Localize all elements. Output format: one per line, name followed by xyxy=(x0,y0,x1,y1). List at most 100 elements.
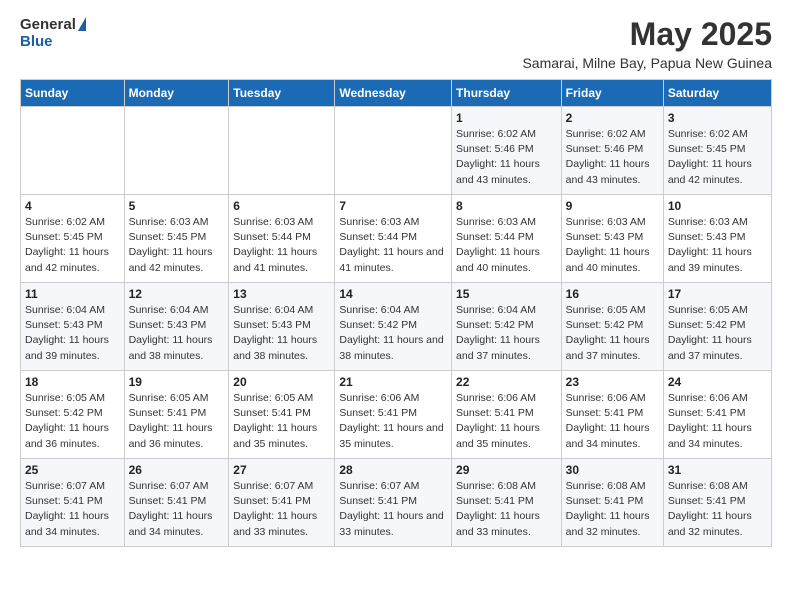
calendar-subtitle: Samarai, Milne Bay, Papua New Guinea xyxy=(522,55,772,71)
week-row-1: 1 Sunrise: 6:02 AMSunset: 5:46 PMDaylight… xyxy=(21,107,772,195)
column-header-sunday: Sunday xyxy=(21,80,125,107)
day-info: Sunrise: 6:03 AMSunset: 5:44 PMDaylight:… xyxy=(233,215,330,276)
day-number: 30 xyxy=(566,463,659,477)
day-info: Sunrise: 6:04 AMSunset: 5:43 PMDaylight:… xyxy=(233,303,330,364)
day-info: Sunrise: 6:06 AMSunset: 5:41 PMDaylight:… xyxy=(566,391,659,452)
day-info: Sunrise: 6:03 AMSunset: 5:45 PMDaylight:… xyxy=(129,215,225,276)
day-info: Sunrise: 6:05 AMSunset: 5:42 PMDaylight:… xyxy=(25,391,120,452)
day-number: 17 xyxy=(668,287,767,301)
week-row-2: 4Sunrise: 6:02 AMSunset: 5:45 PMDaylight… xyxy=(21,195,772,283)
day-cell xyxy=(21,107,125,195)
day-info: Sunrise: 6:07 AMSunset: 5:41 PMDaylight:… xyxy=(25,479,120,540)
day-info: Sunrise: 6:05 AMSunset: 5:41 PMDaylight:… xyxy=(233,391,330,452)
day-cell: 28 Sunrise: 6:07 AMSunset: 5:41 PMDayligh… xyxy=(335,459,452,547)
day-number: 27 xyxy=(233,463,330,477)
day-info: Sunrise: 6:07 AMSunset: 5:41 PMDaylight:… xyxy=(129,479,225,540)
day-info: Sunrise: 6:05 AMSunset: 5:42 PMDaylight:… xyxy=(566,303,659,364)
day-cell: 10 Sunrise: 6:03 AMSunset: 5:43 PMDayligh… xyxy=(663,195,771,283)
day-number: 31 xyxy=(668,463,767,477)
day-number: 10 xyxy=(668,199,767,213)
title-block: May 2025 Samarai, Milne Bay, Papua New G… xyxy=(522,16,772,71)
day-number: 15 xyxy=(456,287,557,301)
day-info: Sunrise: 6:06 AMSunset: 5:41 PMDaylight:… xyxy=(339,391,447,452)
day-cell: 20 Sunrise: 6:05 AMSunset: 5:41 PMDayligh… xyxy=(229,371,335,459)
day-number: 14 xyxy=(339,287,447,301)
day-cell: 14 Sunrise: 6:04 AMSunset: 5:42 PMDayligh… xyxy=(335,283,452,371)
day-cell: 8 Sunrise: 6:03 AMSunset: 5:44 PMDaylight… xyxy=(452,195,562,283)
calendar-title: May 2025 xyxy=(522,16,772,53)
day-cell: 6 Sunrise: 6:03 AMSunset: 5:44 PMDaylight… xyxy=(229,195,335,283)
day-cell: 30 Sunrise: 6:08 AMSunset: 5:41 PMDayligh… xyxy=(561,459,663,547)
day-number: 28 xyxy=(339,463,447,477)
day-cell: 1 Sunrise: 6:02 AMSunset: 5:46 PMDaylight… xyxy=(452,107,562,195)
day-info: Sunrise: 6:03 AMSunset: 5:43 PMDaylight:… xyxy=(668,215,767,276)
day-info: Sunrise: 6:02 AMSunset: 5:45 PMDaylight:… xyxy=(668,127,767,188)
day-number: 24 xyxy=(668,375,767,389)
day-number: 7 xyxy=(339,199,447,213)
day-info: Sunrise: 6:08 AMSunset: 5:41 PMDaylight:… xyxy=(456,479,557,540)
column-header-saturday: Saturday xyxy=(663,80,771,107)
week-row-4: 18 Sunrise: 6:05 AMSunset: 5:42 PMDayligh… xyxy=(21,371,772,459)
day-cell: 17 Sunrise: 6:05 AMSunset: 5:42 PMDayligh… xyxy=(663,283,771,371)
day-number: 22 xyxy=(456,375,557,389)
day-cell: 5 Sunrise: 6:03 AMSunset: 5:45 PMDaylight… xyxy=(124,195,229,283)
day-number: 2 xyxy=(566,111,659,125)
day-cell: 13 Sunrise: 6:04 AMSunset: 5:43 PMDayligh… xyxy=(229,283,335,371)
page-header: General Blue May 2025 Samarai, Milne Bay… xyxy=(20,16,772,71)
day-number: 1 xyxy=(456,111,557,125)
day-number: 13 xyxy=(233,287,330,301)
day-cell: 19Sunrise: 6:05 AMSunset: 5:41 PMDayligh… xyxy=(124,371,229,459)
logo-blue: Blue xyxy=(20,33,53,50)
day-number: 16 xyxy=(566,287,659,301)
day-number: 11 xyxy=(25,287,120,301)
day-cell xyxy=(124,107,229,195)
day-info: Sunrise: 6:05 AMSunset: 5:41 PMDaylight:… xyxy=(129,391,225,452)
logo-general: General xyxy=(20,16,76,33)
day-info: Sunrise: 6:08 AMSunset: 5:41 PMDaylight:… xyxy=(566,479,659,540)
day-info: Sunrise: 6:03 AMSunset: 5:44 PMDaylight:… xyxy=(339,215,447,276)
day-cell: 18 Sunrise: 6:05 AMSunset: 5:42 PMDayligh… xyxy=(21,371,125,459)
day-info: Sunrise: 6:04 AMSunset: 5:43 PMDaylight:… xyxy=(129,303,225,364)
day-info: Sunrise: 6:06 AMSunset: 5:41 PMDaylight:… xyxy=(456,391,557,452)
day-number: 20 xyxy=(233,375,330,389)
day-number: 5 xyxy=(129,199,225,213)
day-cell: 4Sunrise: 6:02 AMSunset: 5:45 PMDaylight… xyxy=(21,195,125,283)
day-info: Sunrise: 6:07 AMSunset: 5:41 PMDaylight:… xyxy=(339,479,447,540)
day-info: Sunrise: 6:03 AMSunset: 5:44 PMDaylight:… xyxy=(456,215,557,276)
day-number: 8 xyxy=(456,199,557,213)
day-info: Sunrise: 6:04 AMSunset: 5:42 PMDaylight:… xyxy=(339,303,447,364)
day-info: Sunrise: 6:04 AMSunset: 5:43 PMDaylight:… xyxy=(25,303,120,364)
day-number: 21 xyxy=(339,375,447,389)
day-cell xyxy=(229,107,335,195)
day-info: Sunrise: 6:02 AMSunset: 5:45 PMDaylight:… xyxy=(25,215,120,276)
day-cell: 9Sunrise: 6:03 AMSunset: 5:43 PMDaylight… xyxy=(561,195,663,283)
day-cell xyxy=(335,107,452,195)
day-number: 23 xyxy=(566,375,659,389)
day-info: Sunrise: 6:02 AMSunset: 5:46 PMDaylight:… xyxy=(456,127,557,188)
day-cell: 2Sunrise: 6:02 AMSunset: 5:46 PMDaylight… xyxy=(561,107,663,195)
day-cell: 7 Sunrise: 6:03 AMSunset: 5:44 PMDaylight… xyxy=(335,195,452,283)
week-row-5: 25Sunrise: 6:07 AMSunset: 5:41 PMDayligh… xyxy=(21,459,772,547)
day-cell: 12Sunrise: 6:04 AMSunset: 5:43 PMDayligh… xyxy=(124,283,229,371)
day-cell: 21 Sunrise: 6:06 AMSunset: 5:41 PMDayligh… xyxy=(335,371,452,459)
column-header-friday: Friday xyxy=(561,80,663,107)
day-cell: 26 Sunrise: 6:07 AMSunset: 5:41 PMDayligh… xyxy=(124,459,229,547)
day-cell: 11 Sunrise: 6:04 AMSunset: 5:43 PMDayligh… xyxy=(21,283,125,371)
column-header-monday: Monday xyxy=(124,80,229,107)
day-cell: 3 Sunrise: 6:02 AMSunset: 5:45 PMDaylight… xyxy=(663,107,771,195)
day-number: 18 xyxy=(25,375,120,389)
day-number: 6 xyxy=(233,199,330,213)
day-info: Sunrise: 6:05 AMSunset: 5:42 PMDaylight:… xyxy=(668,303,767,364)
calendar-table: SundayMondayTuesdayWednesdayThursdayFrid… xyxy=(20,79,772,547)
day-cell: 15Sunrise: 6:04 AMSunset: 5:42 PMDayligh… xyxy=(452,283,562,371)
column-header-tuesday: Tuesday xyxy=(229,80,335,107)
day-cell: 16 Sunrise: 6:05 AMSunset: 5:42 PMDayligh… xyxy=(561,283,663,371)
column-header-wednesday: Wednesday xyxy=(335,80,452,107)
day-cell: 31Sunrise: 6:08 AMSunset: 5:41 PMDayligh… xyxy=(663,459,771,547)
day-number: 26 xyxy=(129,463,225,477)
day-info: Sunrise: 6:03 AMSunset: 5:43 PMDaylight:… xyxy=(566,215,659,276)
header-row: SundayMondayTuesdayWednesdayThursdayFrid… xyxy=(21,80,772,107)
day-number: 29 xyxy=(456,463,557,477)
week-row-3: 11 Sunrise: 6:04 AMSunset: 5:43 PMDayligh… xyxy=(21,283,772,371)
day-number: 3 xyxy=(668,111,767,125)
